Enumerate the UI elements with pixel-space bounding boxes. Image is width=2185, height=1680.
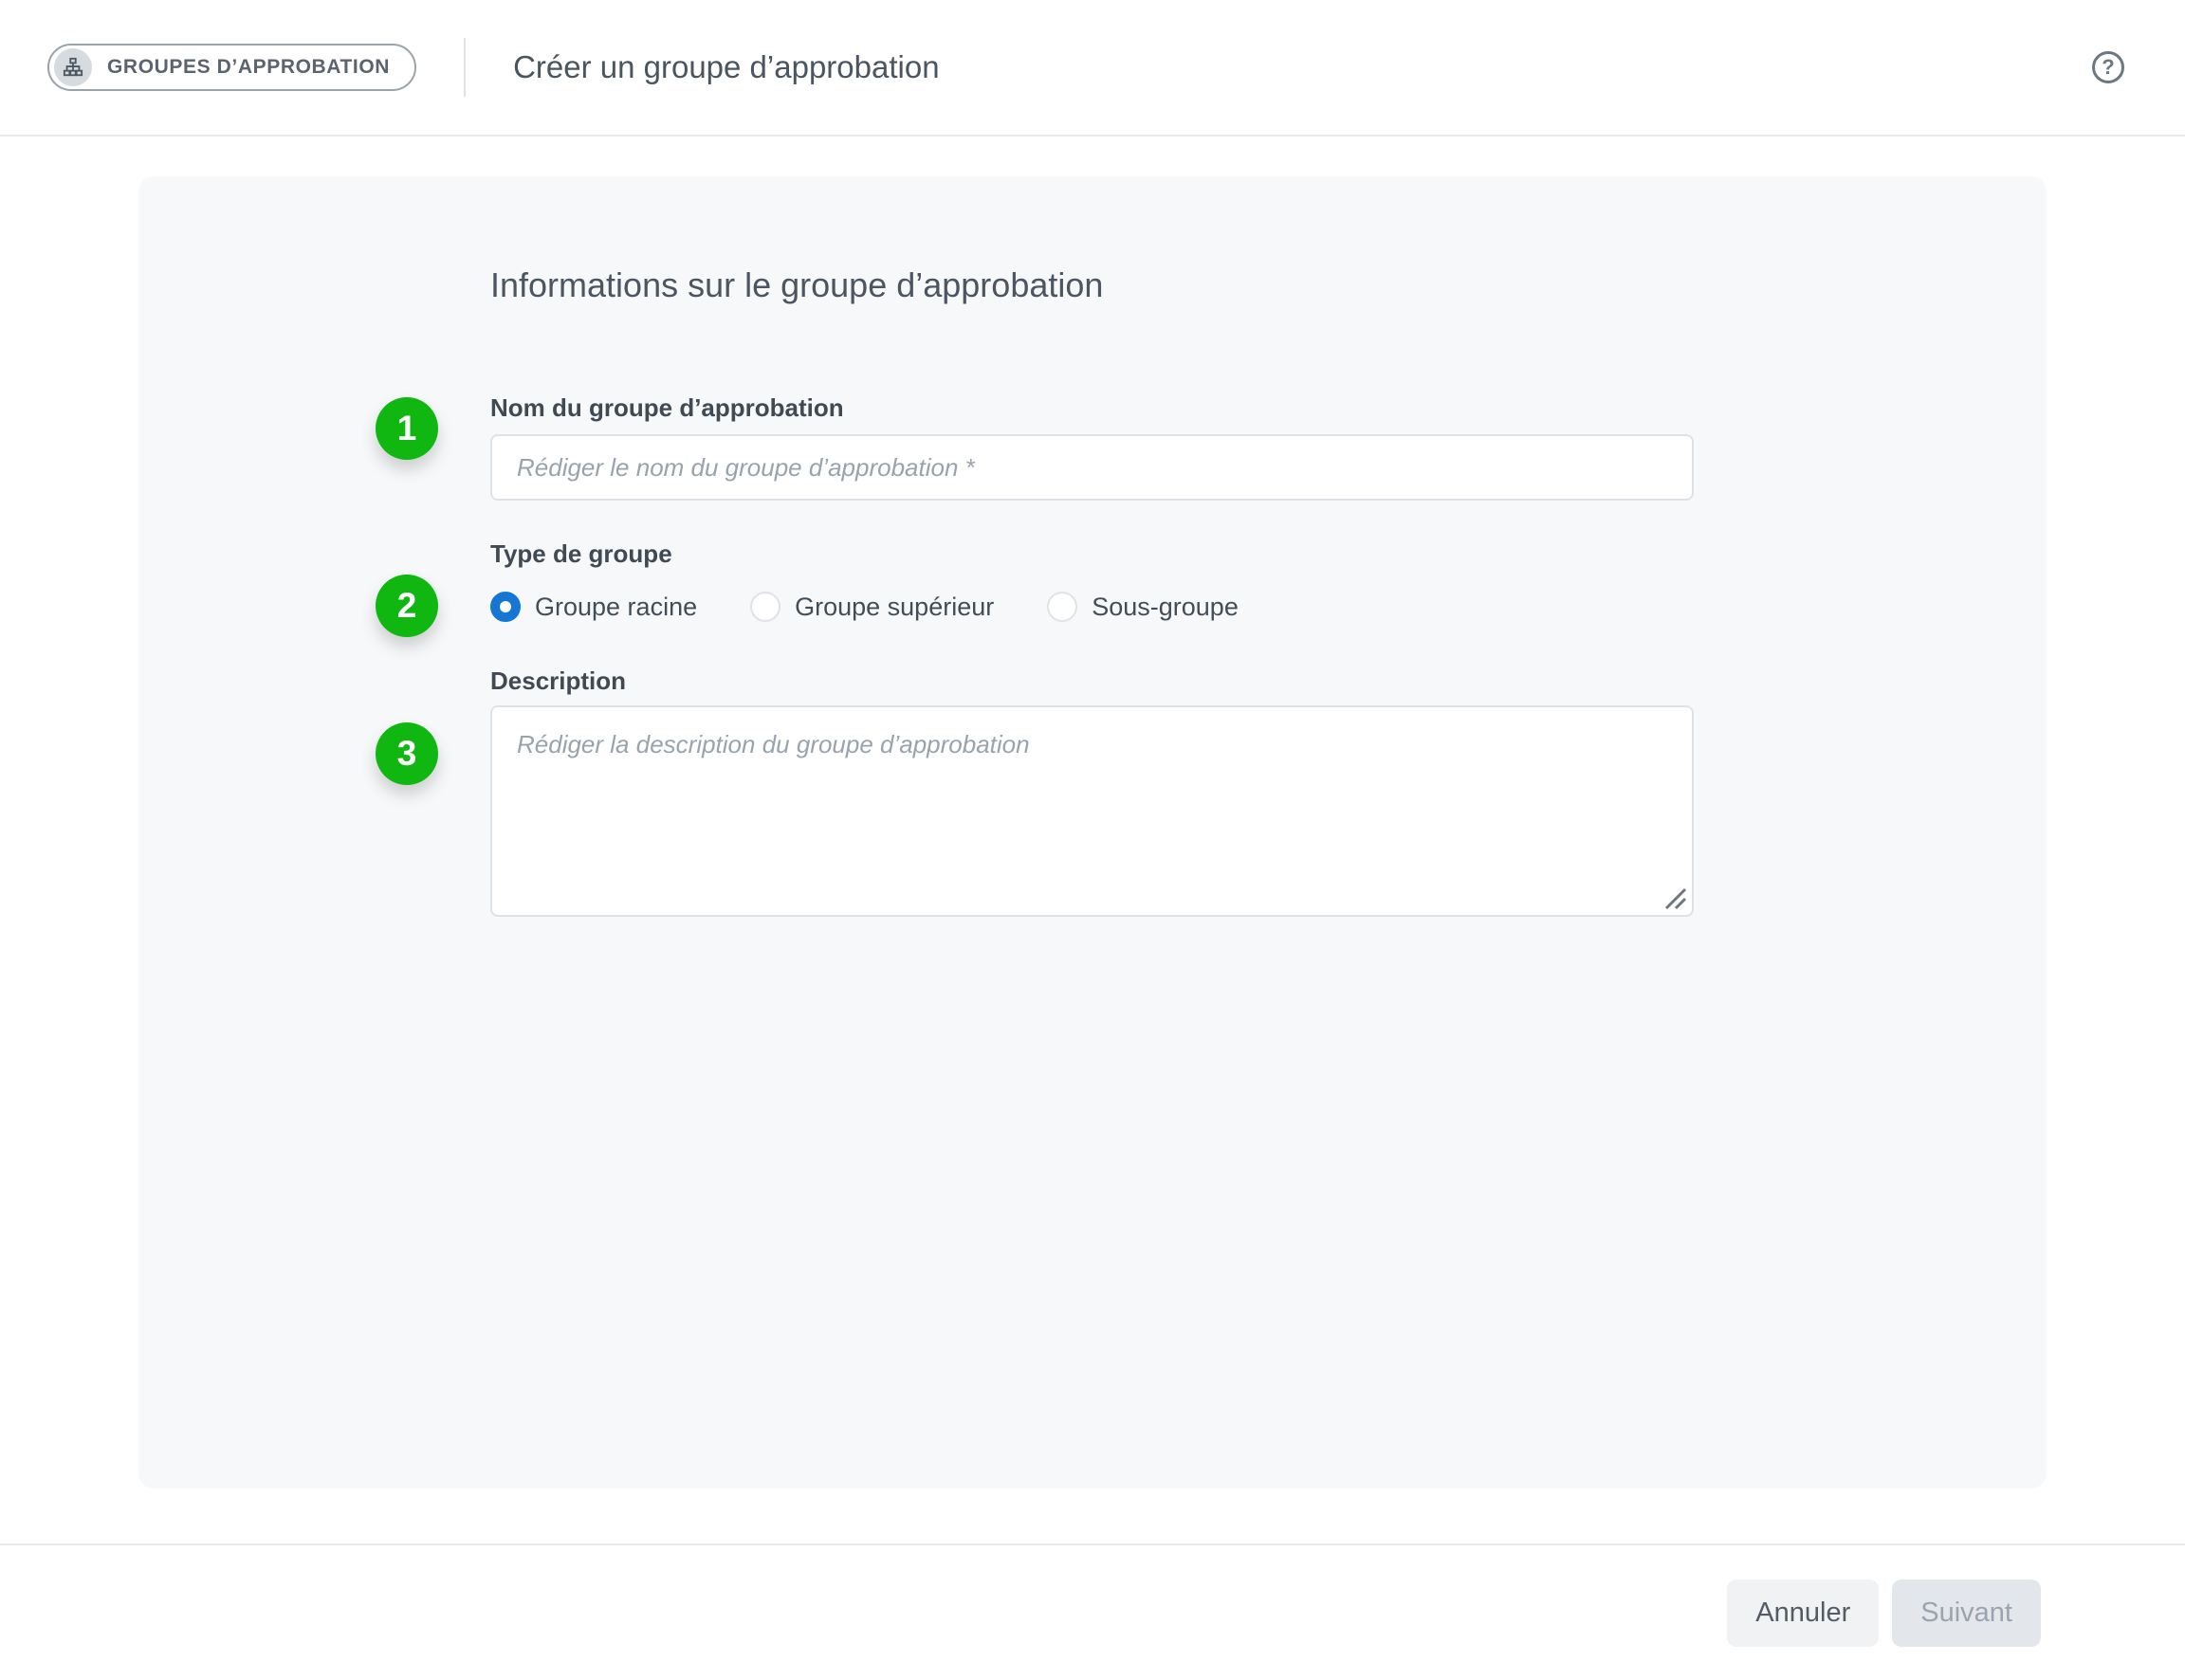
approval-groups-badge[interactable]: GROUPES D’APPROBATION	[47, 44, 416, 91]
header-divider	[464, 38, 466, 97]
next-button[interactable]: Suivant	[1892, 1580, 2041, 1647]
description-label: Description	[490, 664, 2047, 698]
form-panel: 1 2 3 Informations sur le groupe d’appro…	[138, 176, 2047, 1488]
radio-sous-groupe[interactable]: Sous-groupe	[1047, 592, 1239, 622]
radio-groupe-superieur[interactable]: Groupe supérieur	[750, 592, 994, 622]
section-title: Informations sur le groupe d’approbation	[490, 264, 2047, 307]
radio-label: Sous-groupe	[1092, 593, 1239, 622]
field-group-type: Type de groupe Groupe racine Groupe supé…	[490, 537, 2047, 626]
radio-label: Groupe racine	[535, 593, 697, 622]
page-header: GROUPES D’APPROBATION Créer un groupe d’…	[0, 0, 2185, 137]
step-badge-1: 1	[376, 397, 438, 460]
help-icon[interactable]: ?	[2092, 51, 2124, 83]
badge-label: GROUPES D’APPROBATION	[107, 56, 390, 79]
field-group-name: Nom du groupe d’approbation	[490, 391, 2047, 501]
cancel-button[interactable]: Annuler	[1727, 1580, 1879, 1647]
step-badge-3: 3	[376, 722, 438, 785]
group-name-input[interactable]	[490, 434, 1694, 501]
page-footer: Annuler Suivant	[0, 1543, 2185, 1680]
group-type-radio-group: Groupe racine Groupe supérieur Sous-grou…	[490, 588, 2047, 626]
radio-selected-icon	[490, 592, 521, 622]
hierarchy-icon	[54, 48, 92, 86]
page-title: Créer un groupe d’approbation	[513, 49, 939, 85]
description-textarea-wrap	[490, 705, 1694, 917]
resize-handle-icon[interactable]	[1662, 886, 1687, 910]
step-badge-2: 2	[376, 575, 438, 637]
field-description: Description	[490, 664, 2047, 917]
radio-unselected-icon	[750, 592, 780, 622]
radio-groupe-racine[interactable]: Groupe racine	[490, 592, 697, 622]
description-textarea[interactable]	[490, 705, 1694, 917]
radio-label: Groupe supérieur	[795, 593, 994, 622]
group-name-label: Nom du groupe d’approbation	[490, 391, 2047, 425]
radio-unselected-icon	[1047, 592, 1077, 622]
group-type-label: Type de groupe	[490, 537, 2047, 571]
